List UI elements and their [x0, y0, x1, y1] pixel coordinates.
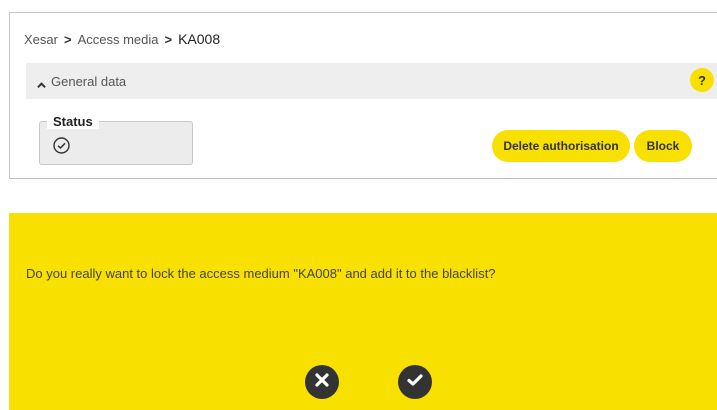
chevron-up-icon [37, 77, 46, 88]
access-medium-panel: Xesar > Access media > KA008 General dat… [9, 12, 717, 179]
breadcrumb: Xesar > Access media > KA008 [24, 31, 220, 47]
close-icon [315, 372, 329, 392]
general-data-section-header[interactable]: General data ? [26, 63, 717, 99]
status-label: Status [47, 114, 99, 129]
breadcrumb-item-access-media[interactable]: Access media [78, 32, 159, 47]
breadcrumb-separator: > [63, 31, 72, 47]
delete-authorisation-label: Delete authorisation [503, 139, 619, 153]
block-label: Block [646, 139, 680, 153]
breadcrumb-separator: > [164, 31, 173, 47]
breadcrumb-item-current: KA008 [178, 31, 221, 47]
check-icon [407, 373, 423, 392]
delete-authorisation-button[interactable]: Delete authorisation [492, 130, 630, 162]
section-title: General data [51, 73, 127, 89]
block-button[interactable]: Block [634, 130, 692, 162]
check-circle-icon [53, 137, 70, 154]
cancel-button[interactable] [305, 365, 339, 399]
confirmation-dialog: Do you really want to lock the access me… [9, 213, 717, 410]
breadcrumb-item-xesar[interactable]: Xesar [24, 32, 58, 47]
status-field: Status [39, 114, 193, 165]
confirm-button[interactable] [398, 365, 432, 399]
help-label: ? [698, 72, 706, 88]
help-button[interactable]: ? [690, 68, 714, 92]
dialog-message: Do you really want to lock the access me… [26, 266, 496, 281]
